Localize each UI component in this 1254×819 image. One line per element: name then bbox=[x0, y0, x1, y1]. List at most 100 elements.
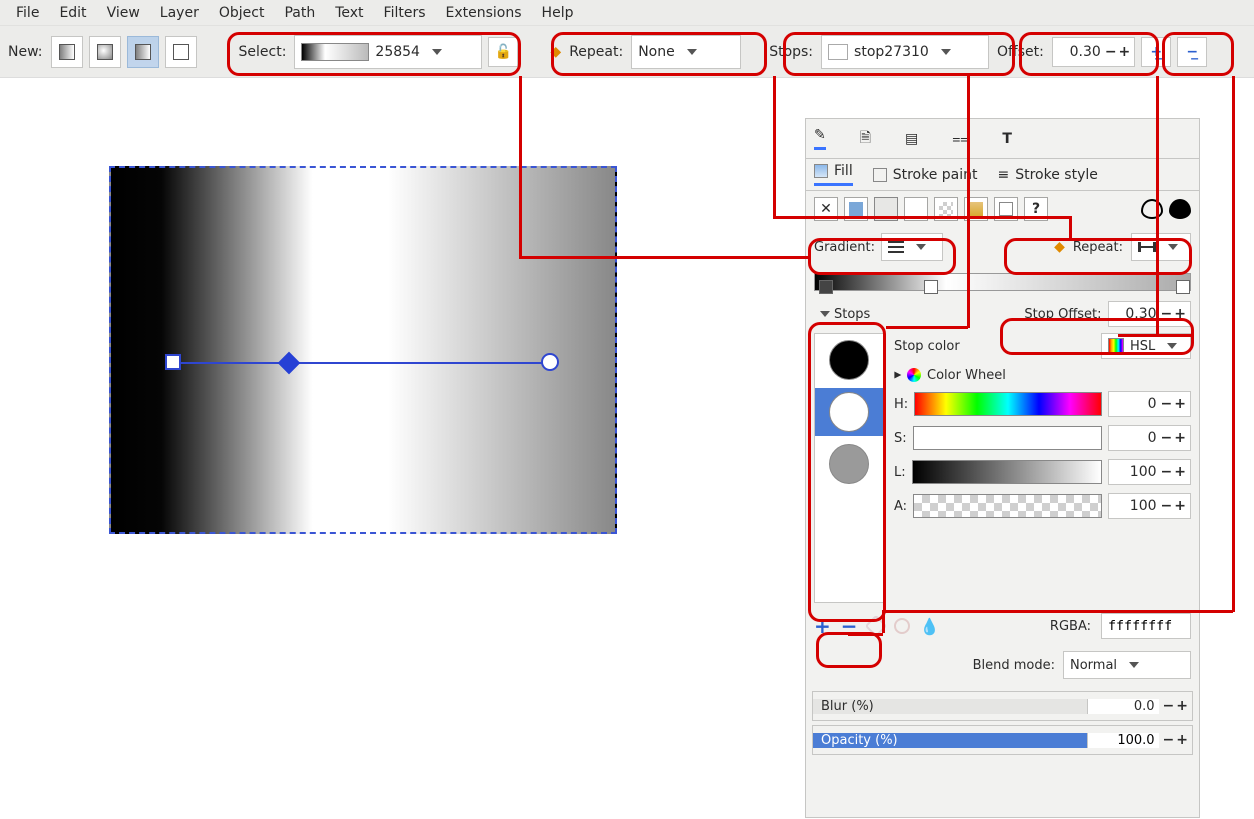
tab-stroke-paint[interactable]: Stroke paint bbox=[873, 167, 978, 183]
h-slider[interactable] bbox=[914, 392, 1101, 416]
minus-icon[interactable]: − bbox=[1105, 44, 1117, 60]
opacity-row[interactable]: Opacity (%) 100.0 −+ bbox=[812, 725, 1193, 755]
l-slider[interactable] bbox=[912, 460, 1102, 484]
stop-handle-3[interactable] bbox=[1176, 280, 1190, 294]
stop-item-2-selected[interactable] bbox=[815, 388, 883, 436]
pattern-icon bbox=[939, 202, 953, 216]
paint-none[interactable] bbox=[814, 197, 838, 221]
menu-layer[interactable]: Layer bbox=[150, 0, 209, 26]
canvas-selection[interactable] bbox=[109, 166, 617, 534]
panel-repeat-combo[interactable] bbox=[1131, 233, 1191, 261]
plus-icon[interactable]: + bbox=[1174, 498, 1186, 514]
plus-icon[interactable]: + bbox=[1174, 306, 1186, 322]
stop-handle-2[interactable] bbox=[924, 280, 938, 294]
blur-row[interactable]: Blur (%) 0.0 −+ bbox=[812, 691, 1193, 721]
new-radial-button[interactable] bbox=[89, 36, 121, 68]
paint-radial[interactable] bbox=[904, 197, 928, 221]
paint-unknown[interactable] bbox=[994, 197, 1018, 221]
minus-icon[interactable]: − bbox=[1161, 396, 1173, 412]
stop-item-3[interactable] bbox=[829, 444, 869, 484]
x-icon bbox=[820, 201, 832, 217]
chevron-down-icon[interactable] bbox=[820, 311, 830, 317]
tab-fill-stroke-icon[interactable] bbox=[814, 127, 826, 150]
stop-list[interactable] bbox=[814, 333, 884, 603]
tab-filter-icon[interactable] bbox=[952, 131, 968, 147]
offset-label: Offset: bbox=[995, 44, 1046, 60]
repeat-combo[interactable]: None bbox=[631, 35, 741, 69]
plus-icon[interactable]: + bbox=[1176, 732, 1188, 748]
lock-button[interactable] bbox=[488, 37, 518, 67]
menu-object[interactable]: Object bbox=[209, 0, 275, 26]
gradient-end-handle[interactable] bbox=[541, 353, 559, 371]
paint-swatch[interactable] bbox=[964, 197, 988, 221]
tab-stroke-paint-label: Stroke paint bbox=[893, 167, 978, 183]
rgba-input[interactable] bbox=[1101, 613, 1191, 639]
stop-handle-1[interactable] bbox=[819, 280, 833, 294]
stop-offset-spin[interactable]: 0.30 −+ bbox=[1108, 301, 1191, 327]
tab-stroke-style[interactable]: ≡ Stroke style bbox=[997, 167, 1097, 183]
menu-filters[interactable]: Filters bbox=[374, 0, 436, 26]
paint-linear[interactable] bbox=[874, 197, 898, 221]
paint-pattern[interactable] bbox=[934, 197, 958, 221]
minus-icon[interactable]: − bbox=[1161, 430, 1173, 446]
h-label: H: bbox=[894, 397, 908, 412]
plus-icon[interactable]: + bbox=[1119, 44, 1131, 60]
plus-icon[interactable]: + bbox=[1174, 396, 1186, 412]
menu-view[interactable]: View bbox=[97, 0, 150, 26]
minus-icon[interactable]: − bbox=[1161, 306, 1173, 322]
select-gradient-combo[interactable]: 25854 bbox=[294, 35, 482, 69]
blur-label: Blur (%) bbox=[813, 699, 1087, 714]
stop-item-1[interactable] bbox=[829, 340, 869, 380]
menu-text[interactable]: Text bbox=[325, 0, 373, 26]
plus-icon[interactable]: + bbox=[1174, 430, 1186, 446]
minus-icon[interactable]: − bbox=[1163, 698, 1175, 714]
plus-icon[interactable]: + bbox=[1176, 698, 1188, 714]
paint-flat[interactable] bbox=[844, 197, 868, 221]
chevron-down-icon bbox=[432, 49, 442, 55]
menu-file[interactable]: File bbox=[6, 0, 49, 26]
menu-edit[interactable]: Edit bbox=[49, 0, 96, 26]
gradient-line bbox=[173, 362, 555, 364]
add-stop-button-panel[interactable]: + bbox=[814, 614, 831, 638]
minus-icon[interactable]: − bbox=[1161, 464, 1173, 480]
gradient-type-combo[interactable] bbox=[881, 233, 943, 261]
blend-label: Blend mode: bbox=[973, 658, 1055, 673]
offset-spin[interactable]: 0.30 −+ bbox=[1052, 37, 1135, 67]
gradient-start-handle[interactable] bbox=[165, 354, 181, 370]
blend-combo[interactable]: Normal bbox=[1063, 651, 1191, 679]
menu-extensions[interactable]: Extensions bbox=[436, 0, 532, 26]
fill-nonzero-icon[interactable] bbox=[1169, 199, 1191, 219]
out-of-gamut-icon[interactable] bbox=[894, 618, 910, 634]
paint-unset[interactable] bbox=[1024, 197, 1048, 221]
repeat-orange-icon bbox=[1054, 239, 1065, 255]
remove-stop-button-panel[interactable]: − bbox=[841, 614, 858, 638]
tab-fill[interactable]: Fill bbox=[814, 163, 853, 186]
minus-icon[interactable]: − bbox=[1161, 498, 1173, 514]
stops-combo[interactable]: stop27310 bbox=[821, 35, 989, 69]
new-linear-swatch[interactable] bbox=[127, 36, 159, 68]
remove-stop-button[interactable]: −̲ bbox=[1177, 37, 1207, 67]
eyedropper-icon[interactable]: 💧 bbox=[920, 617, 940, 636]
s-slider[interactable] bbox=[913, 426, 1102, 450]
stop-offset-label: Stop Offset: bbox=[1024, 307, 1101, 322]
tab-document-icon[interactable] bbox=[860, 127, 871, 151]
remove-stop-icon: −̲ bbox=[1186, 44, 1198, 60]
tab-text-icon[interactable] bbox=[1002, 131, 1012, 147]
add-stop-button[interactable]: +̲ bbox=[1141, 37, 1171, 67]
new-linear-button[interactable] bbox=[51, 36, 83, 68]
minus-icon[interactable]: − bbox=[1163, 732, 1175, 748]
color-model-combo[interactable]: HSL bbox=[1101, 333, 1191, 359]
managed-colors-icon[interactable] bbox=[864, 615, 887, 638]
menu-help[interactable]: Help bbox=[532, 0, 584, 26]
a-slider[interactable] bbox=[913, 494, 1101, 518]
gradient-strip[interactable] bbox=[814, 273, 1191, 291]
stop-offset-value: 0.30 bbox=[1113, 306, 1157, 322]
plus-icon[interactable]: + bbox=[1174, 464, 1186, 480]
new-none-button[interactable] bbox=[165, 36, 197, 68]
fill-evenodd-icon[interactable] bbox=[1141, 199, 1163, 219]
tab-align-icon[interactable]: ▤ bbox=[905, 131, 918, 147]
chevron-right-icon[interactable]: ▾ bbox=[890, 371, 906, 378]
menu-path[interactable]: Path bbox=[274, 0, 325, 26]
gradient-mid-handle[interactable] bbox=[278, 352, 301, 375]
blur-value: 0.0 bbox=[1087, 699, 1159, 714]
